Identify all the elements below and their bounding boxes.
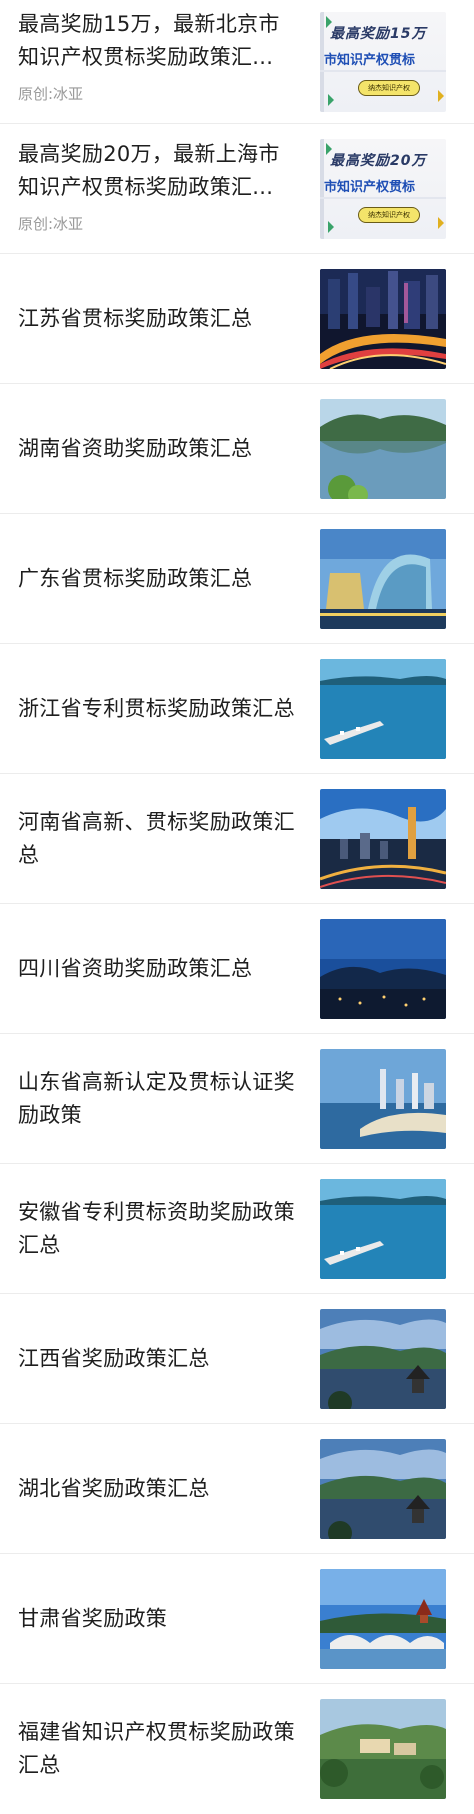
article-text: 湖南省资助奖励政策汇总 [18, 432, 300, 465]
article-thumbnail [320, 1048, 446, 1149]
article-item[interactable]: 最高奖励20万，最新上海市知识产权贯标奖励政策汇... 原创:冰亚 最高奖励20… [0, 124, 474, 254]
article-text: 湖北省奖励政策汇总 [18, 1472, 300, 1505]
article-text: 山东省高新认定及贯标认证奖励政策 [18, 1066, 300, 1132]
article-text: 浙江省专利贯标奖励政策汇总 [18, 692, 300, 725]
article-text: 安徽省专利贯标资助奖励政策汇总 [18, 1196, 300, 1262]
lake-pier-photo-icon [320, 1178, 446, 1279]
banner-headline: 最高奖励15万 [330, 25, 427, 42]
article-text: 广东省贯标奖励政策汇总 [18, 562, 300, 595]
pavilion-lake-photo-icon [320, 1308, 446, 1409]
article-thumbnail [320, 1699, 446, 1799]
article-thumbnail [320, 658, 446, 759]
article-text: 最高奖励15万，最新北京市知识产权贯标奖励政策汇... 原创:冰亚 [18, 8, 300, 104]
banner-subtitle: 市知识产权贯标 [324, 52, 416, 68]
article-text: 甘肃省奖励政策 [18, 1602, 300, 1635]
article-title: 湖南省资助奖励政策汇总 [18, 436, 253, 460]
article-item[interactable]: 安徽省专利贯标资助奖励政策汇总 [0, 1164, 474, 1294]
article-title: 湖北省奖励政策汇总 [18, 1476, 210, 1500]
article-thumbnail [320, 1308, 446, 1409]
article-item[interactable]: 湖北省奖励政策汇总 [0, 1424, 474, 1554]
article-thumbnail [320, 918, 446, 1019]
city-sunset-photo-icon [320, 788, 446, 889]
article-title: 江苏省贯标奖励政策汇总 [18, 306, 253, 330]
article-item[interactable]: 浙江省专利贯标奖励政策汇总 [0, 644, 474, 774]
article-source: 原创:冰亚 [18, 215, 84, 233]
article-title: 甘肃省奖励政策 [18, 1606, 168, 1630]
hill-village-photo-icon [320, 1699, 446, 1799]
article-text: 江西省奖励政策汇总 [18, 1342, 300, 1375]
article-item[interactable]: 福建省知识产权贯标奖励政策汇总 [0, 1684, 474, 1814]
article-thumbnail [320, 268, 446, 369]
banner-button: 纳杰知识产权 [358, 206, 420, 223]
article-text: 最高奖励20万，最新上海市知识产权贯标奖励政策汇... 原创:冰亚 [18, 138, 300, 234]
article-item[interactable]: 河南省高新、贯标奖励政策汇总 [0, 774, 474, 904]
city-night-photo-icon [320, 268, 446, 369]
lake-pier-photo-icon [320, 658, 446, 759]
article-item[interactable]: 广东省贯标奖励政策汇总 [0, 514, 474, 644]
article-source: 原创:冰亚 [18, 85, 84, 103]
article-list: 最高奖励15万，最新北京市知识产权贯标奖励政策汇... 原创:冰亚 最高奖励15… [0, 0, 474, 1814]
article-title: 浙江省专利贯标奖励政策汇总 [18, 696, 295, 720]
article-title: 安徽省专利贯标资助奖励政策汇总 [18, 1199, 295, 1257]
article-text: 河南省高新、贯标奖励政策汇总 [18, 806, 300, 872]
article-thumbnail [320, 1438, 446, 1539]
article-title: 最高奖励15万，最新北京市知识产权贯标奖励政策汇... [18, 12, 280, 69]
article-thumbnail [320, 1568, 446, 1669]
article-item[interactable]: 山东省高新认定及贯标认证奖励政策 [0, 1034, 474, 1164]
article-title: 河南省高新、贯标奖励政策汇总 [18, 809, 295, 867]
article-item[interactable]: 江西省奖励政策汇总 [0, 1294, 474, 1424]
article-title: 最高奖励20万，最新上海市知识产权贯标奖励政策汇... [18, 142, 280, 199]
building-night-photo-icon [320, 528, 446, 629]
bridge-pagoda-photo-icon [320, 1568, 446, 1669]
article-thumbnail [320, 528, 446, 629]
article-text: 江苏省贯标奖励政策汇总 [18, 302, 300, 335]
article-thumbnail: 最高奖励15万 市知识产权贯标 纳杰知识产权 [320, 11, 446, 112]
banner-subtitle: 市知识产权贯标 [324, 179, 416, 195]
article-item[interactable]: 甘肃省奖励政策 [0, 1554, 474, 1684]
mountain-town-night-photo-icon [320, 918, 446, 1019]
article-title: 四川省资助奖励政策汇总 [18, 956, 253, 980]
article-item[interactable]: 四川省资助奖励政策汇总 [0, 904, 474, 1034]
banner-headline: 最高奖励20万 [330, 152, 427, 169]
article-text: 福建省知识产权贯标奖励政策汇总 [18, 1716, 300, 1782]
article-title: 山东省高新认定及贯标认证奖励政策 [18, 1069, 295, 1127]
article-title: 广东省贯标奖励政策汇总 [18, 566, 253, 590]
article-text: 四川省资助奖励政策汇总 [18, 952, 300, 985]
article-thumbnail [320, 398, 446, 499]
article-title: 福建省知识产权贯标奖励政策汇总 [18, 1720, 295, 1777]
pavilion-lake-photo-icon [320, 1438, 446, 1539]
article-thumbnail [320, 788, 446, 889]
article-title: 江西省奖励政策汇总 [18, 1346, 210, 1370]
article-item[interactable]: 湖南省资助奖励政策汇总 [0, 384, 474, 514]
article-item[interactable]: 最高奖励15万，最新北京市知识产权贯标奖励政策汇... 原创:冰亚 最高奖励15… [0, 0, 474, 124]
coastal-city-photo-icon [320, 1048, 446, 1149]
article-item[interactable]: 江苏省贯标奖励政策汇总 [0, 254, 474, 384]
article-thumbnail: 最高奖励20万 市知识产权贯标 纳杰知识产权 [320, 138, 446, 239]
banner-button: 纳杰知识产权 [358, 79, 420, 96]
article-thumbnail [320, 1178, 446, 1279]
lake-mountain-photo-icon [320, 398, 446, 499]
